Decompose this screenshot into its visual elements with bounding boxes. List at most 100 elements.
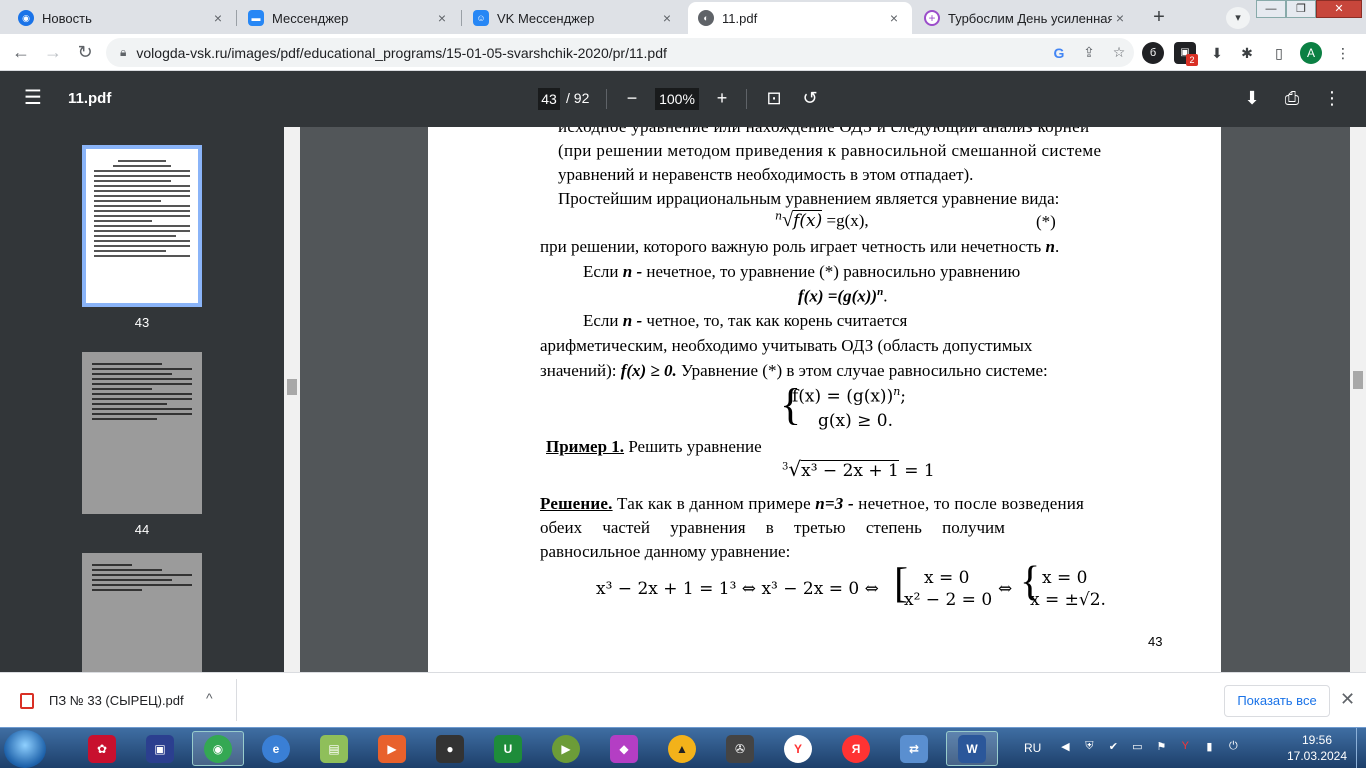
tray-yandex-icon[interactable]: Y — [1176, 740, 1194, 756]
taskbar-app-huawei[interactable]: ✿ — [76, 731, 128, 766]
sidebar-scroll-thumb[interactable] — [287, 379, 297, 395]
forward-button[interactable]: → — [40, 40, 66, 66]
close-icon[interactable]: × — [659, 10, 675, 26]
system-line: g(x) ≥ 0. — [818, 411, 894, 431]
download-icon[interactable]: ⬇ — [1206, 42, 1228, 64]
thumbnail-image[interactable] — [82, 352, 202, 514]
equivalence: ⇔ — [998, 579, 1013, 599]
thumbnail-label: 43 — [134, 315, 150, 330]
thumbnail-image[interactable] — [82, 553, 202, 672]
back-button[interactable]: ← — [8, 40, 34, 66]
radicand: f(x) — [793, 210, 823, 231]
tab-vk-messenger[interactable]: ☺ VK Мессенджер × — [463, 2, 685, 34]
tray-check-icon[interactable]: ✔ — [1104, 740, 1122, 756]
taskbar-app-yandex[interactable]: Я — [830, 731, 882, 766]
close-icon[interactable]: × — [210, 10, 226, 26]
chevron-up-icon[interactable]: ^ — [206, 690, 213, 706]
taskbar-app-ie[interactable]: e — [250, 731, 302, 766]
tray-flag-icon[interactable]: ⚑ — [1152, 740, 1170, 756]
show-all-button[interactable]: Показать все — [1224, 685, 1330, 717]
taskbar-app-film[interactable]: ✇ — [714, 731, 766, 766]
tray-monitor-icon[interactable]: ▭ — [1128, 740, 1146, 756]
sidebar-scrollbar[interactable] — [284, 127, 300, 672]
sidebar-menu-icon[interactable]: ☰ — [24, 88, 42, 108]
address-bar[interactable]: 🔒︎ vologda-vsk.ru/images/pdf/educational… — [106, 38, 1134, 67]
rotate-icon[interactable]: ↺ — [798, 87, 822, 111]
tray-power-icon[interactable]: ⏻ — [1224, 740, 1242, 756]
download-bar: ПЗ № 33 (СЫРЕЦ).pdf ^ Показать все ✕ — [0, 672, 1366, 727]
close-icon[interactable]: × — [434, 10, 450, 26]
show-desktop-button[interactable] — [1356, 728, 1366, 768]
url-text[interactable]: vologda-vsk.ru/images/pdf/educational_pr… — [136, 45, 1044, 61]
page-number-input[interactable]: 43 — [538, 88, 560, 110]
camera-icon: ● — [436, 734, 464, 763]
bracket-line: x² − 2 = 0 — [904, 590, 993, 610]
tray-shield-icon[interactable]: ⛨ — [1080, 740, 1098, 756]
tab-messenger[interactable]: ▬ Мессенджер × — [238, 2, 460, 34]
bookmark-star-icon[interactable]: ☆ — [1104, 44, 1134, 61]
taskbar-app-yandex-browser[interactable]: Y — [772, 731, 824, 766]
start-button[interactable] — [4, 730, 46, 768]
tab-turboslim[interactable]: + Турбослим День усиленная ф × — [914, 2, 1138, 34]
volume-icon[interactable]: ◀ — [1056, 740, 1074, 756]
thumbnail-page-43[interactable]: 43 — [82, 145, 202, 330]
taskbar-app-u[interactable]: U — [482, 731, 534, 766]
pdf-more-icon[interactable]: ⋮ — [1320, 87, 1344, 111]
pdf-title: 11.pdf — [68, 90, 112, 107]
taskbar-app-chrome[interactable]: ◉ — [192, 731, 244, 766]
messenger-icon: ▬ — [248, 10, 264, 26]
viewer-scrollbar[interactable] — [1350, 127, 1366, 672]
presentation-icon: ▶ — [378, 734, 406, 763]
tab-search-button[interactable]: ▾ — [1226, 7, 1250, 29]
taskbar-app-triangle[interactable]: ▲ — [656, 731, 708, 766]
gem-icon: ◆ — [610, 734, 638, 763]
profile-avatar[interactable]: A — [1300, 42, 1322, 64]
print-icon[interactable]: ⎙ — [1280, 87, 1304, 111]
close-icon[interactable]: × — [886, 10, 902, 26]
text-line: (при решении методом приведения к равнос… — [558, 141, 1102, 160]
thumbnail-page-45[interactable] — [82, 553, 202, 672]
close-icon[interactable]: ✕ — [1340, 689, 1355, 710]
zoom-input[interactable]: 100% — [655, 88, 699, 110]
window-close-button[interactable]: ✕ — [1316, 0, 1362, 18]
pdf-download-icon[interactable]: ⬇ — [1240, 87, 1264, 111]
download-filename[interactable]: ПЗ № 33 (СЫРЕЦ).pdf — [49, 693, 184, 708]
maximize-button[interactable]: ❐ — [1286, 0, 1316, 18]
system-clock[interactable]: 19:56 17.03.2024 — [1284, 732, 1350, 764]
taskbar-app-camera[interactable]: ● — [424, 731, 476, 766]
zoom-out-button[interactable]: − — [620, 87, 644, 111]
reload-button[interactable]: ↻ — [72, 40, 98, 66]
taskbar-app-network[interactable]: ⇄ — [888, 731, 940, 766]
text-line: Простейшим иррациональным уравнением явл… — [558, 189, 1060, 208]
taskbar-app-gem[interactable]: ◆ — [598, 731, 650, 766]
side-panel-icon[interactable]: ▯ — [1268, 42, 1290, 64]
share-icon[interactable]: ⇪ — [1074, 44, 1104, 61]
language-indicator[interactable]: RU — [1024, 741, 1041, 755]
google-icon[interactable]: G — [1044, 45, 1074, 61]
extension-b-icon[interactable]: б — [1142, 42, 1164, 64]
minimize-button[interactable]: — — [1256, 0, 1286, 18]
pdf-page: исходное уравнение или нахождение ОДЗ и … — [428, 127, 1221, 672]
browser-menu-icon[interactable]: ⋮ — [1332, 42, 1354, 64]
close-icon[interactable]: × — [1112, 10, 1128, 26]
new-tab-button[interactable]: + — [1146, 5, 1172, 31]
taskbar-app-player[interactable]: ▶ — [540, 731, 592, 766]
equation-mark: (*) — [1036, 212, 1056, 231]
text-line: Пример 1. Решить уравнение — [546, 437, 762, 456]
tab-novost[interactable]: ◉ Новость × — [8, 2, 236, 34]
windows-taskbar: ✿ ▣ ◉ e ▤ ▶ ● U ▶ ◆ ▲ ✇ Y Я ⇄ W RU ◀ ⛨ ✔… — [0, 727, 1366, 768]
system-line: x = ±√2. — [1030, 590, 1106, 610]
tab-pdf[interactable]: ◐ 11.pdf × — [688, 2, 912, 34]
zoom-in-button[interactable]: + — [710, 87, 734, 111]
pdf-file-icon — [20, 693, 34, 709]
thumbnail-image[interactable] — [82, 145, 202, 307]
thumbnail-page-44[interactable]: 44 — [82, 352, 202, 537]
taskbar-app-save[interactable]: ▣ — [134, 731, 186, 766]
viewer-scroll-thumb[interactable] — [1353, 371, 1363, 389]
taskbar-app-notes[interactable]: ▤ — [308, 731, 360, 766]
taskbar-app-presentation[interactable]: ▶ — [366, 731, 418, 766]
extensions-puzzle-icon[interactable]: ✱ — [1236, 42, 1258, 64]
fit-page-icon[interactable]: ⊡ — [762, 87, 786, 111]
taskbar-app-word[interactable]: W — [946, 731, 998, 766]
tray-signal-icon[interactable]: ▮ — [1200, 740, 1218, 756]
